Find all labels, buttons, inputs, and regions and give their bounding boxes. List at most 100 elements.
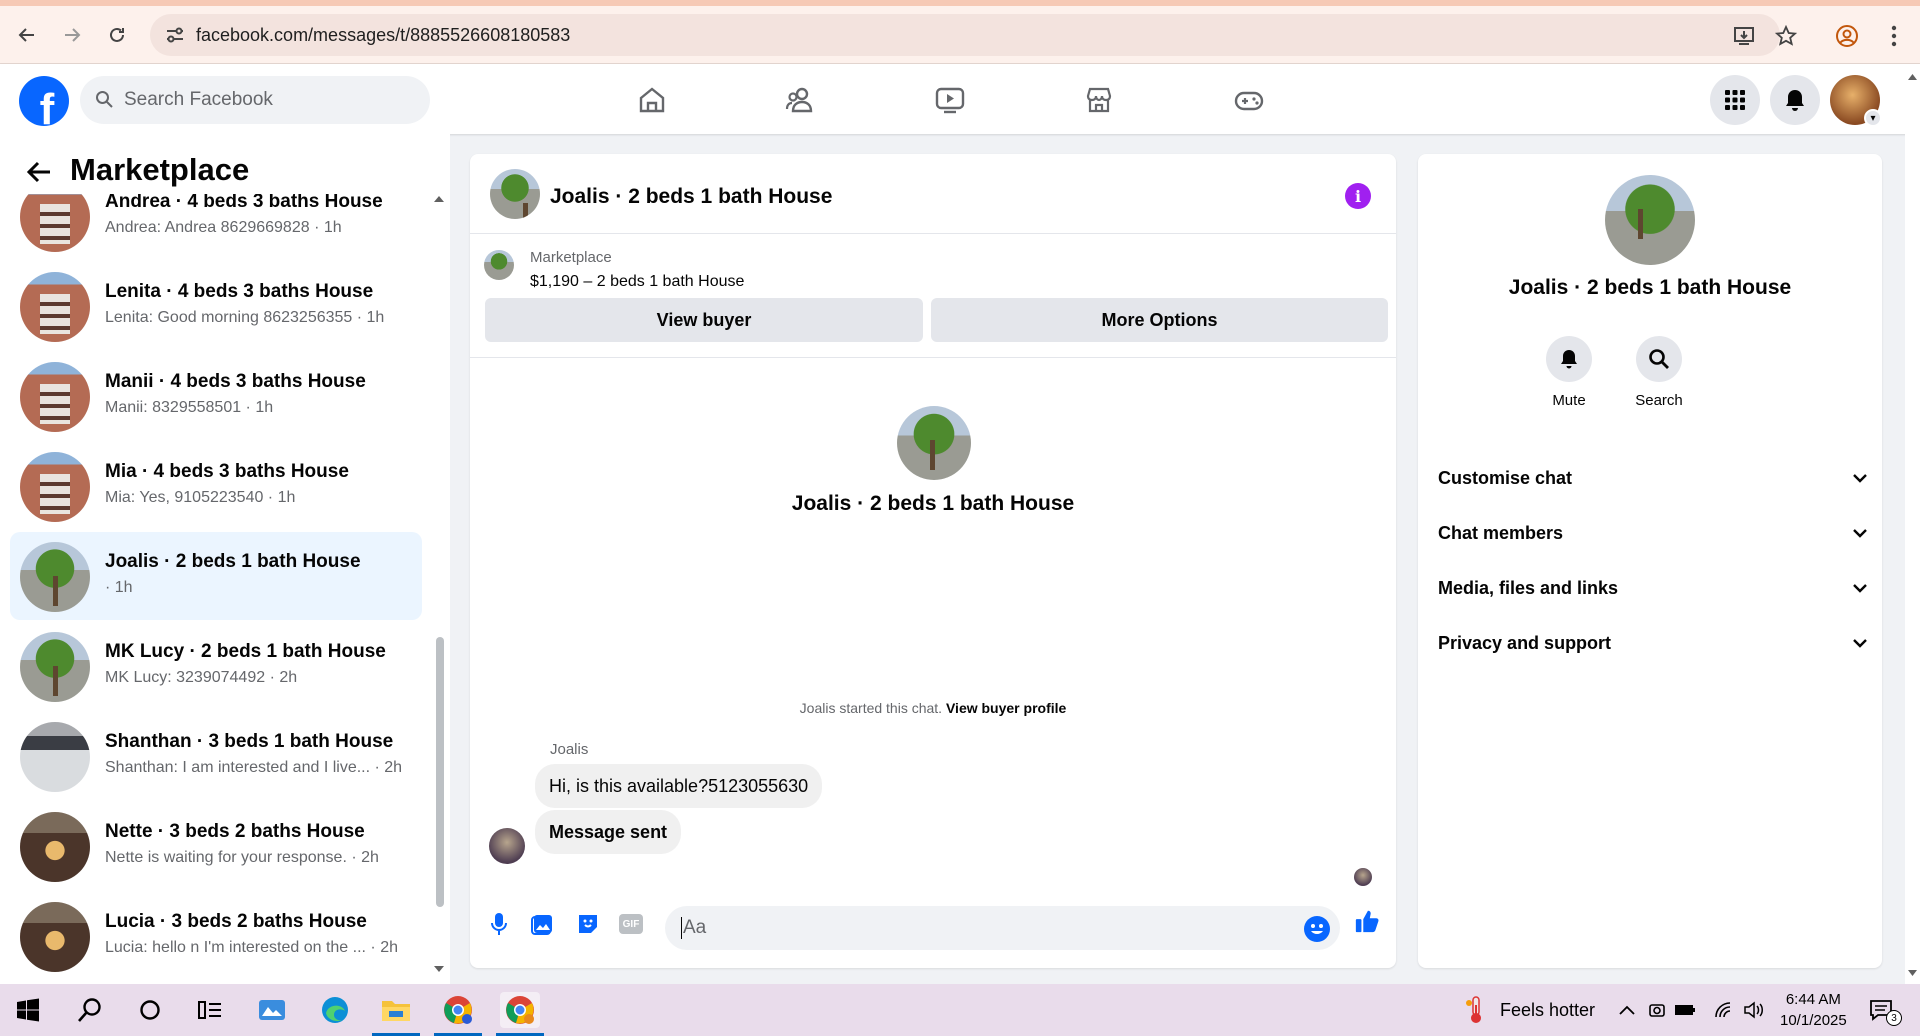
page-scrollbar[interactable] [1905,64,1920,984]
conversation-name: Lenita · 4 beds 3 baths House [105,281,374,302]
scroll-up-icon[interactable] [432,194,446,204]
details-section-row[interactable]: Media, files and links [1438,568,1868,608]
system-clock[interactable]: 6:44 AM 10/1/2025 [1780,989,1847,1031]
conversation-name: Andrea · 4 beds 3 baths House [105,194,383,212]
battery-icon[interactable] [1673,992,1697,1028]
home-icon[interactable] [630,78,674,122]
photos-app-icon[interactable] [252,992,292,1028]
sticker-icon[interactable] [575,911,601,937]
facebook-search-input[interactable]: Search Facebook [80,76,430,124]
conversation-thumbnail [20,812,90,882]
listing-thumbnail[interactable] [484,250,514,280]
listing-price[interactable]: $1,190 – 2 beds 1 bath House [530,273,744,291]
message-input[interactable]: Aa [665,906,1340,950]
message-bubble[interactable]: Hi, is this available?5123055630 [535,764,823,808]
browser-toolbar: facebook.com/messages/t/8885526608180583 [0,6,1920,64]
gif-label: GIF [619,914,643,934]
mute-button[interactable]: Mute [1524,336,1614,409]
thumbs-up-icon[interactable] [1354,908,1380,934]
browser-menu-icon[interactable] [1880,22,1908,50]
notifications-button[interactable] [1770,75,1820,125]
conversation-item[interactable]: Lenita · 4 beds 3 baths House Lenita: Goo… [10,262,422,350]
sidebar-title: Marketplace [70,152,250,187]
sidebar-scroll-thumb[interactable] [436,637,444,907]
conversation-name: MK Lucy · 2 beds 1 bath House [105,641,386,662]
info-icon[interactable]: i [1345,183,1371,209]
address-bar[interactable]: facebook.com/messages/t/8885526608180583 [150,14,1780,56]
friends-icon[interactable] [779,78,823,122]
windows-start-icon[interactable] [8,992,48,1028]
watch-icon[interactable] [928,78,972,122]
conversation-item[interactable]: Shanthan · 3 beds 1 bath House Shanthan: … [10,712,422,800]
conversation-item[interactable]: Manii · 4 beds 3 baths House Manii: 83295… [10,352,422,440]
chat-avatar[interactable] [490,169,540,219]
meet-now-icon[interactable] [1645,992,1669,1028]
forward-arrow-icon[interactable] [57,20,87,50]
scroll-up-icon[interactable] [1905,72,1920,82]
conversation-item[interactable]: Nette · 3 beds 2 baths House Nette is wai… [10,802,422,890]
gif-icon[interactable]: GIF [618,911,644,937]
chat-header[interactable]: Joalis · 2 beds 1 bath House i [470,154,1396,234]
details-avatar[interactable] [1605,175,1695,265]
chevron-up-icon[interactable] [1615,992,1639,1028]
weather-icon[interactable] [1455,992,1495,1028]
message-bubble[interactable]: Message sent [535,810,682,854]
bookmark-star-icon[interactable] [1772,22,1800,50]
conversation-item[interactable]: Andrea · 4 beds 3 baths House Andrea: And… [10,194,422,260]
chat-details-pane: Joalis · 2 beds 1 bath House Mute Search… [1418,154,1882,968]
chat-started-note: Joalis started this chat. View buyer pro… [470,700,1396,716]
details-section-row[interactable]: Chat members [1438,513,1868,553]
details-section-row[interactable]: Customise chat [1438,458,1868,498]
chevron-down-icon[interactable]: ▾ [1864,109,1882,127]
scroll-down-icon[interactable] [432,964,446,974]
conversation-thumbnail [20,542,90,612]
conversation-thumbnail [20,902,90,972]
view-buyer-profile-link[interactable]: View buyer profile [946,700,1066,716]
wifi-icon[interactable] [1712,992,1736,1028]
conversation-item[interactable]: Joalis · 2 beds 1 bath House · 1h [10,532,422,620]
photo-icon[interactable] [530,911,556,937]
view-buyer-button[interactable]: View buyer [485,298,923,342]
clock-date: 10/1/2025 [1780,1012,1847,1029]
details-section-row[interactable]: Privacy and support [1438,623,1868,663]
scroll-down-icon[interactable] [1905,968,1920,978]
edge-browser-icon[interactable] [315,992,355,1028]
install-app-icon[interactable] [1730,22,1758,50]
back-arrow-icon[interactable] [12,20,42,50]
conversation-list: Andrea · 4 beds 3 baths House Andrea: And… [0,194,430,984]
cortana-icon[interactable] [130,992,170,1028]
chat-title[interactable]: Joalis · 2 beds 1 bath House [550,185,832,209]
facebook-logo[interactable]: f [19,76,69,126]
microphone-icon[interactable] [486,911,512,937]
menu-grid-button[interactable] [1710,75,1760,125]
search-label: Search [1635,392,1683,409]
conversation-item[interactable]: Lucia · 3 beds 2 baths House Lucia: hello… [10,892,422,980]
details-section-label: Chat members [1438,522,1564,543]
notification-center-icon[interactable]: 3 [1862,992,1902,1028]
conversation-item[interactable]: MK Lucy · 2 beds 1 bath House MK Lucy: 32… [10,622,422,710]
conversation-preview: Andrea: Andrea 8629669828 · 1h [105,219,342,236]
search-in-chat-button[interactable]: Search [1614,336,1704,409]
profile-account-icon[interactable] [1833,22,1861,50]
task-view-icon[interactable] [190,992,230,1028]
emoji-icon[interactable] [1304,916,1330,942]
weather-text[interactable]: Feels hotter [1500,1000,1595,1021]
grid-icon [1725,90,1745,110]
file-explorer-icon[interactable] [376,992,416,1028]
conversation-thumbnail [20,452,90,522]
volume-icon[interactable] [1742,992,1766,1028]
gaming-icon[interactable] [1227,78,1271,122]
conversation-item[interactable]: Mia · 4 beds 3 baths House Mia: Yes, 9105… [10,442,422,530]
search-icon[interactable] [70,992,110,1028]
sender-avatar[interactable] [489,828,525,864]
chat-pane: Joalis · 2 beds 1 bath House i Marketpla… [470,154,1396,968]
reload-icon[interactable] [102,20,132,50]
chrome-profile-icon[interactable] [500,992,540,1028]
chrome-icon[interactable] [438,992,478,1028]
chat-center-avatar[interactable] [897,406,971,480]
conversation-name: Nette · 3 beds 2 baths House [105,821,365,842]
more-options-button[interactable]: More Options [931,298,1388,342]
marketplace-icon[interactable] [1077,78,1121,122]
site-info-icon[interactable] [164,24,186,46]
back-arrow-icon[interactable] [24,156,56,188]
